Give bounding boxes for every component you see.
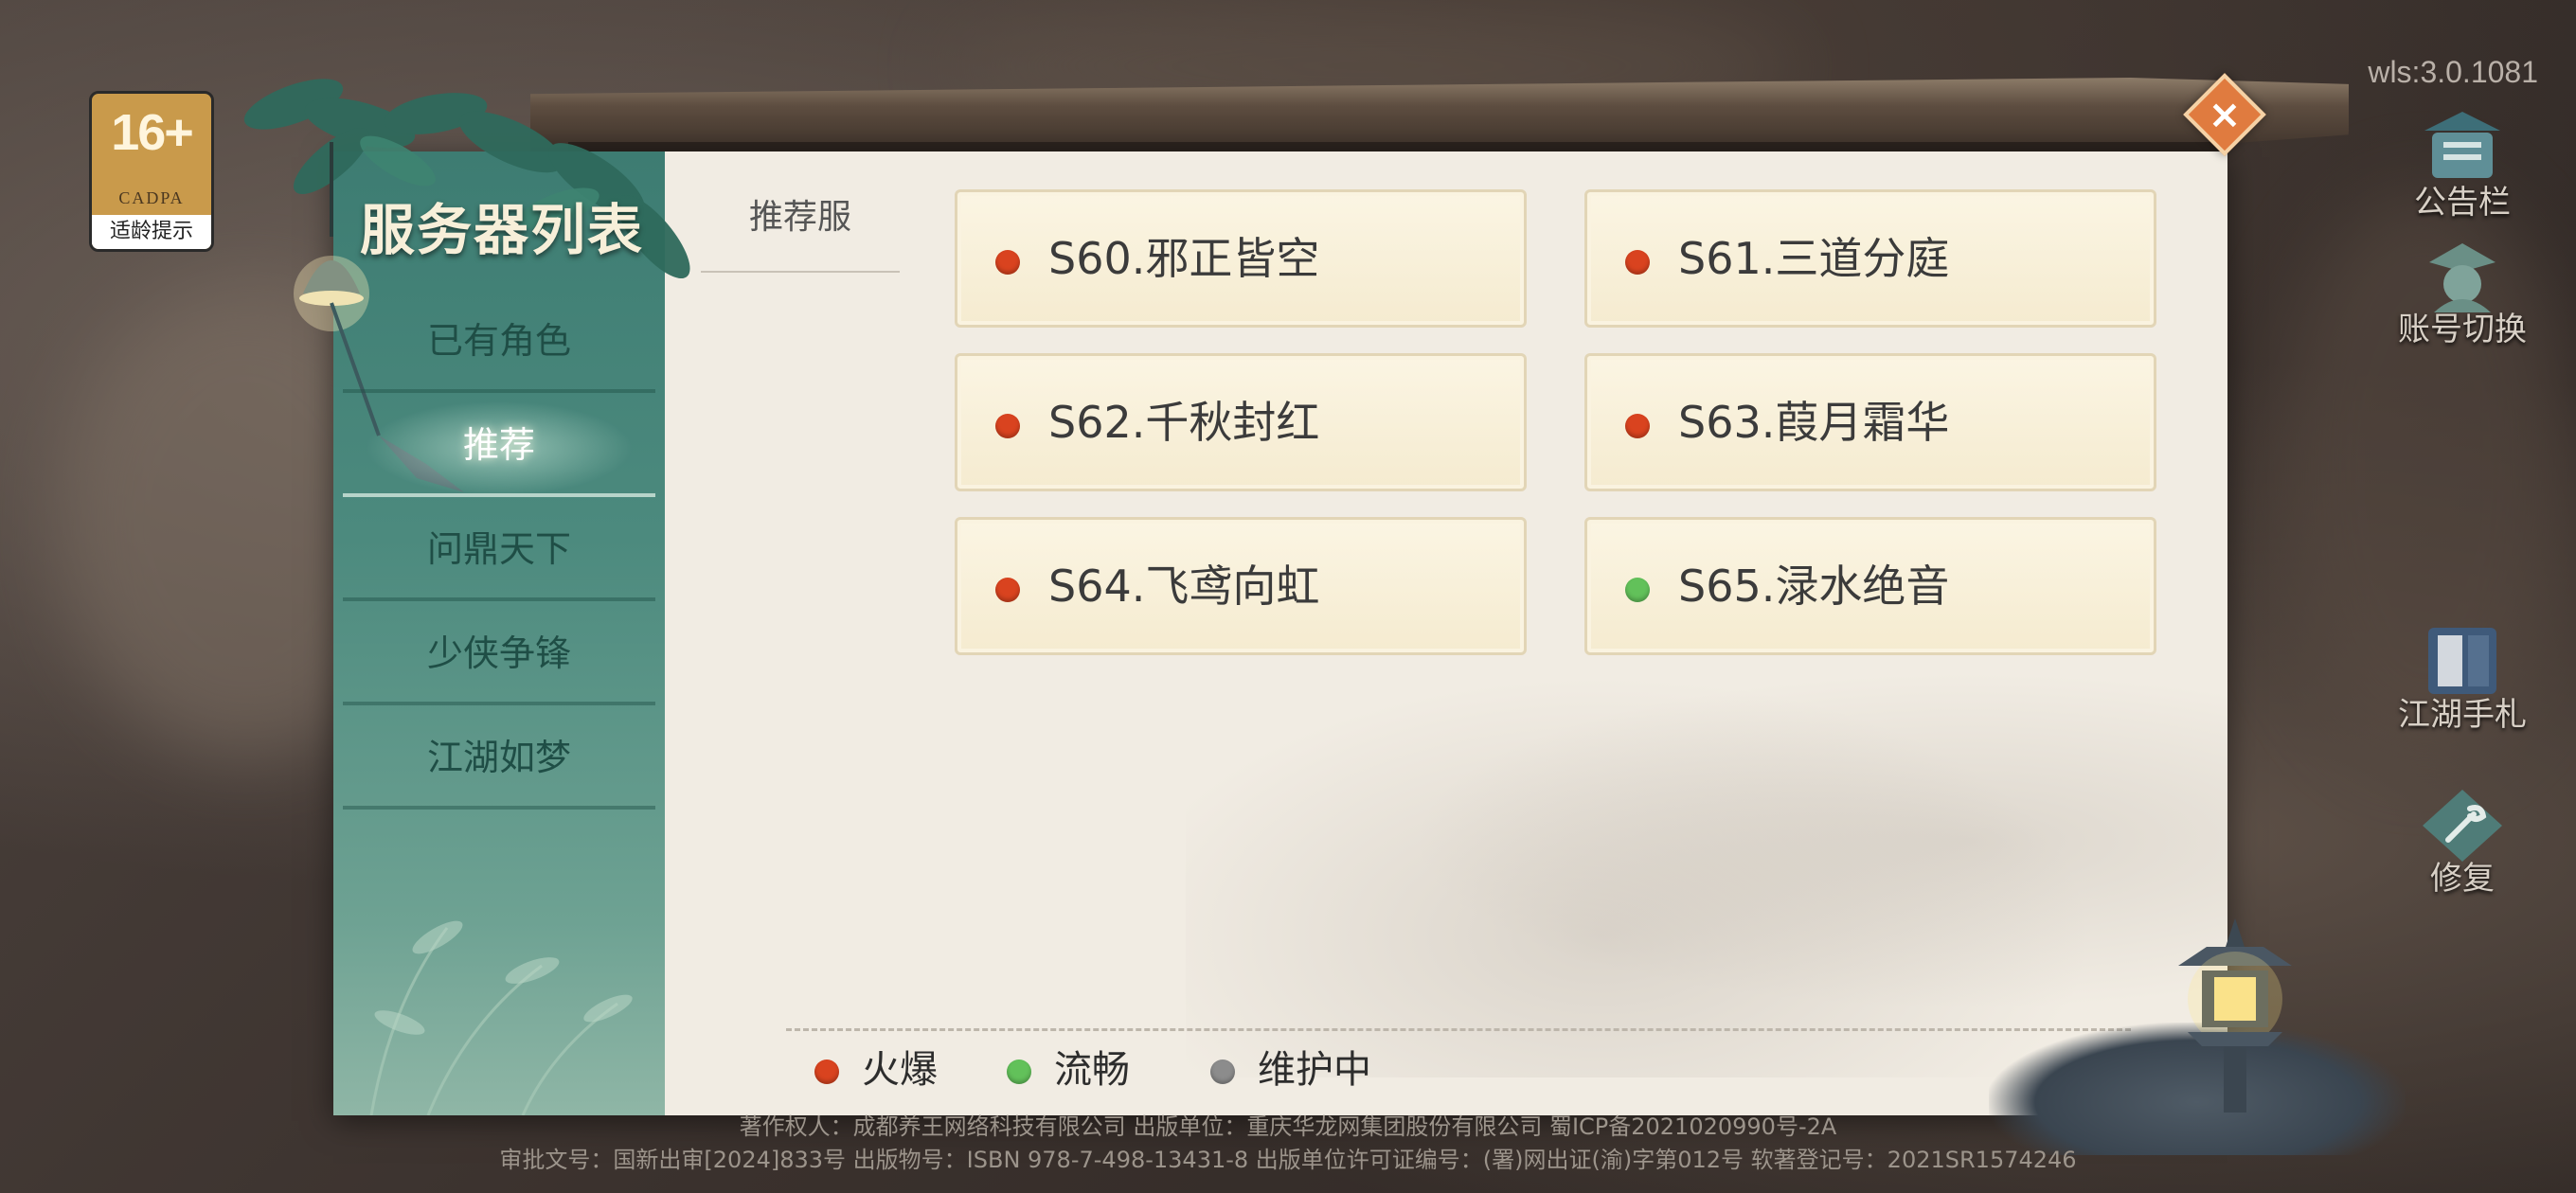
repair-icon xyxy=(2415,788,2510,864)
close-icon: × xyxy=(2208,91,2242,137)
server-name: S62.千秋封红 xyxy=(1048,397,1320,448)
age-rating-badge: 16+ CADPA 适龄提示 xyxy=(89,91,214,252)
status-dot xyxy=(995,250,1020,275)
legend-label: 维护中 xyxy=(1258,1048,1371,1092)
server-card[interactable]: S62.千秋封红 xyxy=(955,353,1527,491)
status-dot xyxy=(995,414,1020,438)
status-dot xyxy=(1625,578,1650,602)
sidebar-item-existing-characters[interactable]: 已有角色 xyxy=(343,289,655,393)
status-dot xyxy=(1625,250,1650,275)
account-switch-icon xyxy=(2415,239,2510,314)
server-name: S61.三道分庭 xyxy=(1678,233,1950,284)
journal-button[interactable]: 江湖手札 xyxy=(2377,620,2548,735)
server-name: S60.邪正皆空 xyxy=(1048,233,1320,284)
notice-board-icon xyxy=(2415,112,2510,187)
server-card[interactable]: S65.渌水绝音 xyxy=(1584,517,2156,655)
sidebar-item-wending-tianxia[interactable]: 问鼎天下 xyxy=(343,497,655,601)
roof-beam xyxy=(568,142,2226,151)
status-dot xyxy=(1625,414,1650,438)
copyright-line-1: 著作权人：成都养王网络科技有限公司 出版单位：重庆华龙网集团股份有限公司 蜀IC… xyxy=(739,1113,1837,1140)
server-name: S64.飞鸢向虹 xyxy=(1048,561,1320,612)
repair-button[interactable]: 修复 xyxy=(2377,788,2548,899)
notice-board-button[interactable]: 公告栏 xyxy=(2377,112,2548,223)
lantern-icon xyxy=(2178,918,2292,1113)
version-label: wls:3.0.1081 xyxy=(2368,55,2538,89)
copyright-line-2: 审批文号：国新出审[2024]833号 出版物号：ISBN 978-7-498-… xyxy=(499,1147,2077,1173)
server-card[interactable]: S60.邪正皆空 xyxy=(955,189,1527,328)
ink-painting-decoration xyxy=(1186,604,2227,1077)
legend-label: 火爆 xyxy=(862,1048,938,1092)
journal-icon xyxy=(2415,620,2510,700)
age-rating-tip: 适龄提示 xyxy=(92,215,211,249)
server-card[interactable]: S61.三道分庭 xyxy=(1584,189,2156,328)
server-card[interactable]: S64.飞鸢向虹 xyxy=(955,517,1527,655)
server-name: S65.渌水绝音 xyxy=(1678,561,1950,612)
legend-divider xyxy=(786,1028,2131,1031)
sidebar-item-jianghu-rumeng[interactable]: 江湖如梦 xyxy=(343,705,655,810)
legend-dot xyxy=(1007,1059,1031,1084)
age-rating-number: 16+ xyxy=(111,104,194,161)
age-rating-org: CADPA xyxy=(118,188,185,207)
server-name: S63.葭月霜华 xyxy=(1678,397,1950,448)
legend-dot xyxy=(1210,1059,1235,1084)
server-card[interactable]: S63.葭月霜华 xyxy=(1584,353,2156,491)
legend-dot xyxy=(814,1059,839,1084)
page-title: 服务器列表 xyxy=(360,198,645,262)
legend-label: 流畅 xyxy=(1054,1048,1130,1092)
plant-decoration xyxy=(369,920,633,1115)
status-dot xyxy=(995,578,1020,602)
sidebar-item-recommended[interactable]: 推荐 xyxy=(343,393,655,497)
account-switch-button[interactable]: 账号切换 xyxy=(2377,239,2548,349)
tab-recommended-servers[interactable]: 推荐服 xyxy=(701,170,900,273)
sidebar-item-shaoxia-zhengfeng[interactable]: 少侠争锋 xyxy=(343,601,655,705)
